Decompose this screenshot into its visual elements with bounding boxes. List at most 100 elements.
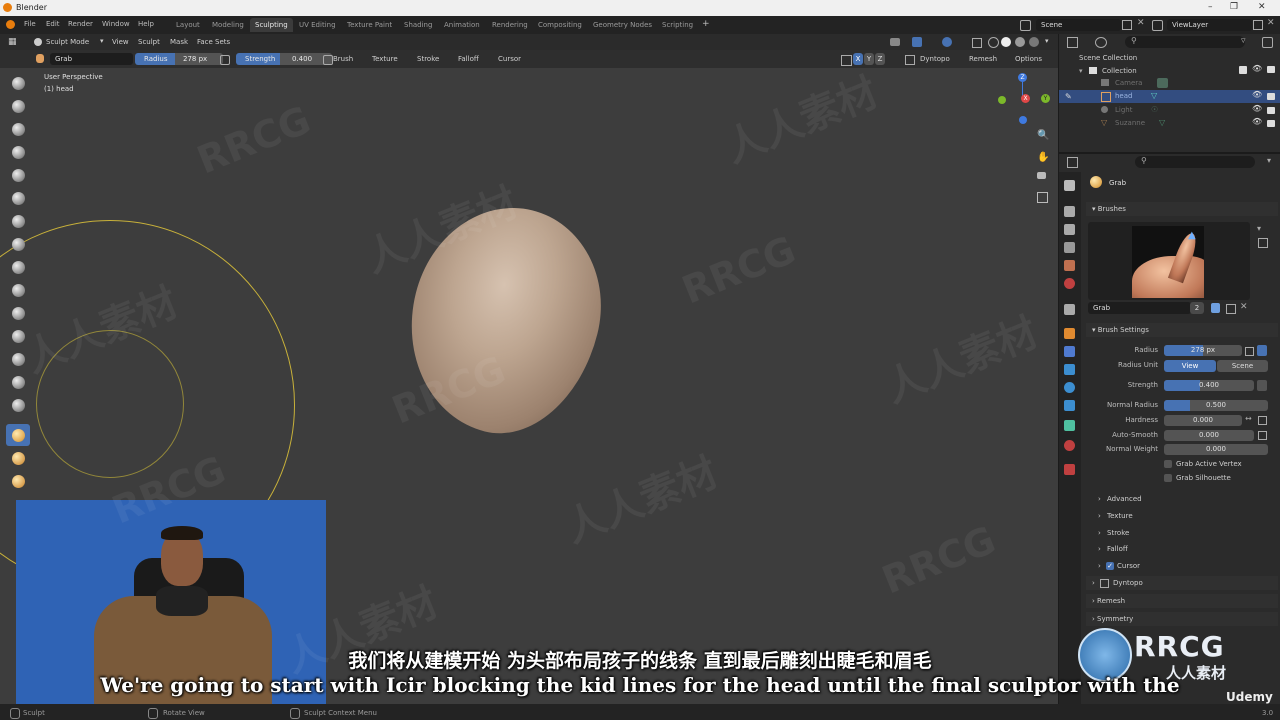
gizmo-toggle-icon[interactable] bbox=[912, 37, 922, 47]
material-shading-icon[interactable] bbox=[1015, 37, 1025, 47]
menu-face-sets[interactable]: Face Sets bbox=[197, 38, 230, 46]
tool-flatten[interactable] bbox=[6, 302, 30, 324]
menu-mask[interactable]: Mask bbox=[170, 38, 188, 46]
remesh-panel-header[interactable]: › Remesh bbox=[1086, 594, 1278, 608]
brush-dropdown[interactable]: Brush bbox=[333, 55, 353, 63]
expand-arrow-icon[interactable]: ▾ bbox=[1079, 67, 1083, 75]
constraints-tab-icon[interactable] bbox=[1064, 400, 1075, 411]
tab-rendering[interactable]: Rendering bbox=[487, 18, 533, 32]
rendered-shading-icon[interactable] bbox=[1029, 37, 1039, 47]
copy-view-layer-icon[interactable] bbox=[1253, 20, 1263, 30]
pan-hand-icon[interactable]: ✋ bbox=[1037, 152, 1049, 163]
options-chevron-icon[interactable]: ▾ bbox=[1267, 156, 1271, 165]
unlink-brush-icon[interactable]: ✕ bbox=[1240, 302, 1248, 312]
texture-dropdown[interactable]: Texture bbox=[372, 55, 398, 63]
radius-lock-icon[interactable] bbox=[1257, 345, 1267, 356]
menu-edit[interactable]: Edit bbox=[46, 20, 60, 28]
dyntopo-dropdown[interactable]: Dyntopo bbox=[920, 55, 950, 63]
particles-tab-icon[interactable] bbox=[1064, 364, 1075, 375]
minimize-icon[interactable]: – bbox=[1208, 2, 1213, 12]
menu-view[interactable]: View bbox=[112, 38, 129, 46]
render-camera-icon[interactable] bbox=[1267, 93, 1275, 100]
dyntopo-checkbox[interactable] bbox=[905, 55, 915, 65]
auto-smooth-slider[interactable]: 0.000 bbox=[1164, 430, 1254, 441]
tab-modeling[interactable]: Modeling bbox=[207, 18, 249, 32]
brushes-panel-header[interactable]: ▾ Brushes bbox=[1086, 202, 1278, 216]
outliner-row-suzanne[interactable]: ▽ Suzanne ▽ 👁 bbox=[1059, 117, 1280, 130]
dyntopo-checkbox[interactable] bbox=[1100, 579, 1109, 588]
tool-clay-thumb[interactable] bbox=[6, 164, 30, 186]
cursor-dropdown[interactable]: Cursor bbox=[498, 55, 521, 63]
hardness-slider[interactable]: 0.000 bbox=[1164, 415, 1242, 426]
gizmo-neg-y[interactable] bbox=[998, 96, 1006, 104]
gizmo-z-axis[interactable]: Z bbox=[1018, 73, 1027, 82]
collection-tab-icon[interactable] bbox=[1064, 304, 1075, 315]
outliner-row-head[interactable]: ✎ head ▽ 👁 bbox=[1059, 90, 1280, 103]
outliner-row-camera[interactable]: Camera bbox=[1059, 77, 1280, 90]
shading-dropdown-icon[interactable]: ▾ bbox=[1045, 37, 1049, 45]
pressure-strength-icon[interactable] bbox=[1257, 380, 1267, 391]
tab-geometry-nodes[interactable]: Geometry Nodes bbox=[588, 18, 657, 32]
render-tab-icon[interactable] bbox=[1064, 206, 1075, 217]
mirror-y-toggle[interactable]: Y bbox=[864, 53, 874, 65]
cursor-checkbox[interactable]: ✓ bbox=[1106, 562, 1114, 570]
tool-blob[interactable] bbox=[6, 233, 30, 255]
properties-editor-icon[interactable] bbox=[1067, 157, 1078, 168]
pressure-radius-icon[interactable] bbox=[1245, 347, 1254, 356]
close-icon[interactable]: ✕ bbox=[1258, 2, 1266, 12]
brush-preview-box[interactable]: ▲ bbox=[1088, 222, 1250, 300]
modifier-tab-icon[interactable] bbox=[1064, 346, 1075, 357]
tool-draw[interactable] bbox=[6, 72, 30, 94]
zoom-icon[interactable]: 🔍 bbox=[1037, 130, 1049, 141]
display-mode-icon[interactable] bbox=[1095, 37, 1107, 48]
radius-unit-scene[interactable]: Scene bbox=[1217, 360, 1268, 372]
tool-snake-hook[interactable] bbox=[6, 470, 30, 492]
tool-crease[interactable] bbox=[6, 256, 30, 278]
delete-scene-icon[interactable]: ✕ bbox=[1137, 18, 1145, 28]
tool-grab[interactable] bbox=[6, 424, 30, 446]
advanced-subpanel[interactable]: Advanced bbox=[1107, 495, 1142, 503]
gizmo-neg-z[interactable] bbox=[1019, 116, 1027, 124]
tool-multiplane-scrape[interactable] bbox=[6, 371, 30, 393]
new-collection-icon[interactable] bbox=[1262, 37, 1273, 48]
normal-weight-slider[interactable]: 0.000 bbox=[1164, 444, 1268, 455]
brush-settings-panel-header[interactable]: ▾ Brush Settings bbox=[1086, 323, 1278, 337]
delete-view-layer-icon[interactable]: ✕ bbox=[1267, 18, 1275, 28]
eye-icon[interactable]: 👁 bbox=[1252, 117, 1262, 126]
brush-users-count[interactable]: 2 bbox=[1190, 302, 1204, 314]
outliner-row-light[interactable]: Light ☉ 👁 bbox=[1059, 104, 1280, 117]
falloff-subpanel[interactable]: Falloff bbox=[1107, 545, 1128, 553]
data-tab-icon[interactable] bbox=[1064, 420, 1075, 431]
menu-help[interactable]: Help bbox=[138, 20, 154, 28]
world-tab-icon[interactable] bbox=[1064, 278, 1075, 289]
solid-shading-icon[interactable] bbox=[1001, 37, 1011, 47]
filter-icon[interactable]: ▿ bbox=[1241, 36, 1246, 46]
collection-label[interactable]: Collection bbox=[1102, 67, 1137, 75]
tool-pinch[interactable] bbox=[6, 394, 30, 416]
tab-scripting[interactable]: Scripting bbox=[657, 18, 698, 32]
dyntopo-panel-header[interactable]: › Dyntopo bbox=[1086, 576, 1278, 590]
brush-settings-icon[interactable] bbox=[1258, 238, 1268, 248]
gizmo-x-axis[interactable]: X bbox=[1021, 94, 1030, 103]
strength-slider[interactable]: 0.400 bbox=[1164, 380, 1254, 391]
tool-smooth[interactable] bbox=[6, 279, 30, 301]
chevron-down-icon[interactable]: ▾ bbox=[1257, 224, 1261, 233]
tab-shading[interactable]: Shading bbox=[399, 18, 437, 32]
tool-fill[interactable] bbox=[6, 325, 30, 347]
scene-collection-label[interactable]: Scene Collection bbox=[1079, 54, 1137, 62]
tab-uv-editing[interactable]: UV Editing bbox=[294, 18, 341, 32]
falloff-dropdown[interactable]: Falloff bbox=[458, 55, 479, 63]
visibility-icon[interactable] bbox=[890, 38, 900, 46]
head-mesh[interactable] bbox=[387, 187, 623, 453]
properties-search-input[interactable] bbox=[1135, 156, 1255, 168]
cursor-subpanel[interactable]: Cursor bbox=[1117, 562, 1140, 570]
tool-elastic-deform[interactable] bbox=[6, 447, 30, 469]
radius-slider[interactable]: 278 px bbox=[1164, 345, 1242, 356]
stroke-subpanel[interactable]: Stroke bbox=[1107, 529, 1129, 537]
tool-clay-strips[interactable] bbox=[6, 141, 30, 163]
invert-arrows-icon[interactable]: ↔ bbox=[1245, 414, 1252, 423]
wireframe-shading-icon[interactable] bbox=[988, 37, 999, 48]
scene-selector[interactable]: Scene bbox=[1036, 19, 1121, 31]
copy-scene-icon[interactable] bbox=[1122, 20, 1132, 30]
menu-render[interactable]: Render bbox=[68, 20, 93, 28]
